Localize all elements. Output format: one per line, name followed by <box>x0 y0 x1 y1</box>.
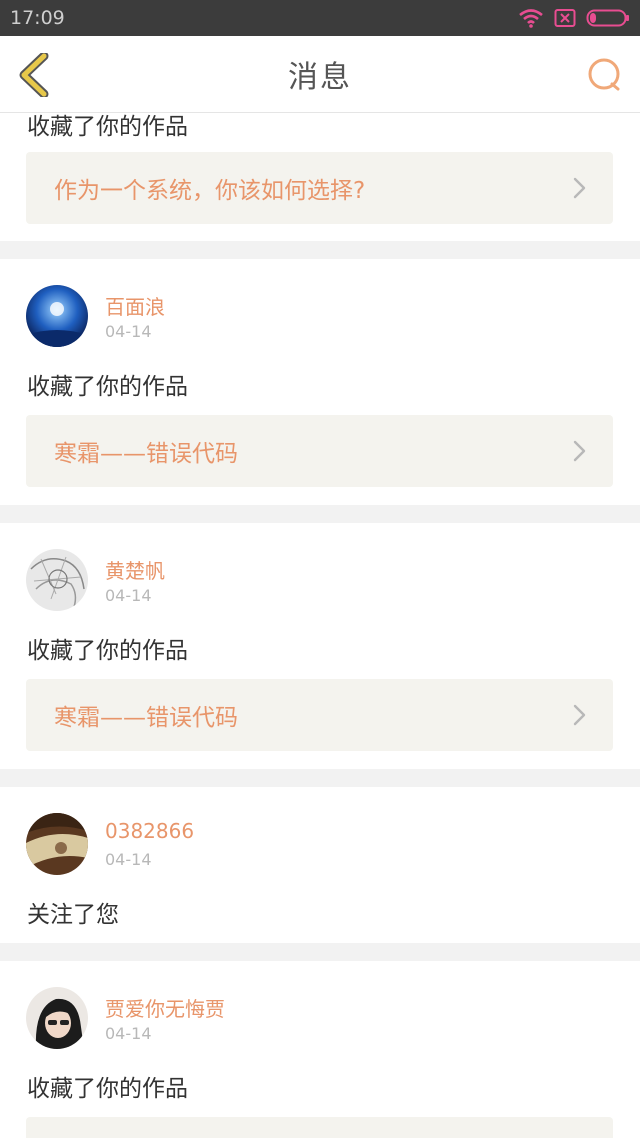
wifi-icon <box>519 9 543 28</box>
avatar[interactable] <box>26 285 88 347</box>
page-title: 消息 <box>288 60 352 95</box>
work-link[interactable]: 寒霜——错误代码 <box>26 679 613 751</box>
work-title: 寒霜——错误代码 <box>54 705 238 731</box>
message-action-text: 关注了您 <box>27 902 119 928</box>
work-link[interactable] <box>26 1117 613 1138</box>
work-link[interactable]: 寒霜——错误代码 <box>26 415 613 487</box>
message-date: 04-14 <box>105 850 152 869</box>
user-name[interactable]: 黄楚帆 <box>105 555 165 584</box>
message-date: 04-14 <box>105 1024 152 1043</box>
battery-icon <box>586 9 629 27</box>
search-button[interactable] <box>586 56 624 94</box>
message-action-text: 收藏了你的作品 <box>27 638 188 664</box>
message-action-text: 收藏了你的作品 <box>27 1076 188 1102</box>
message-date: 04-14 <box>105 586 152 605</box>
search-icon <box>588 58 620 91</box>
work-title: 作为一个系统，你该如何选择? <box>54 178 366 204</box>
work-title: 寒霜——错误代码 <box>54 441 238 467</box>
message-card: 黄楚帆 04-14 收藏了你的作品 寒霜——错误代码 <box>0 523 640 769</box>
status-icons <box>518 8 630 28</box>
message-card: 百面浪 04-14 收藏了你的作品 寒霜——错误代码 <box>0 259 640 505</box>
avatar-image <box>26 987 88 1049</box>
sim-off-icon <box>554 9 576 27</box>
work-link[interactable]: 作为一个系统，你该如何选择? <box>26 152 613 224</box>
avatar[interactable] <box>26 549 88 611</box>
message-card-partial: 收藏了你的作品 作为一个系统，你该如何选择? <box>0 113 640 241</box>
status-bar: 17:09 <box>0 0 640 36</box>
message-date: 04-14 <box>105 322 152 341</box>
user-name[interactable]: 百面浪 <box>105 291 165 320</box>
message-feed[interactable]: 收藏了你的作品 作为一个系统，你该如何选择? 百面浪 04-14 收藏了你的作品… <box>0 113 640 1138</box>
status-time: 17:09 <box>10 7 65 29</box>
user-name[interactable]: 贾爱你无悔贾 <box>105 993 225 1022</box>
message-card: 贾爱你无悔贾 04-14 收藏了你的作品 <box>0 961 640 1138</box>
avatar[interactable] <box>26 987 88 1049</box>
message-action-text: 收藏了你的作品 <box>27 114 188 140</box>
chevron-right-icon <box>573 704 586 726</box>
back-button[interactable] <box>16 51 52 99</box>
chevron-right-icon <box>573 440 586 462</box>
chevron-right-icon <box>573 177 586 199</box>
avatar-image <box>26 813 88 875</box>
avatar-image <box>26 549 88 611</box>
nav-bar: 消息 <box>0 36 640 113</box>
back-arrow-icon <box>19 51 49 99</box>
avatar[interactable] <box>26 813 88 875</box>
avatar-image <box>26 285 88 347</box>
message-card: 0382866 04-14 关注了您 <box>0 787 640 943</box>
message-action-text: 收藏了你的作品 <box>27 374 188 400</box>
user-name[interactable]: 0382866 <box>105 819 194 843</box>
